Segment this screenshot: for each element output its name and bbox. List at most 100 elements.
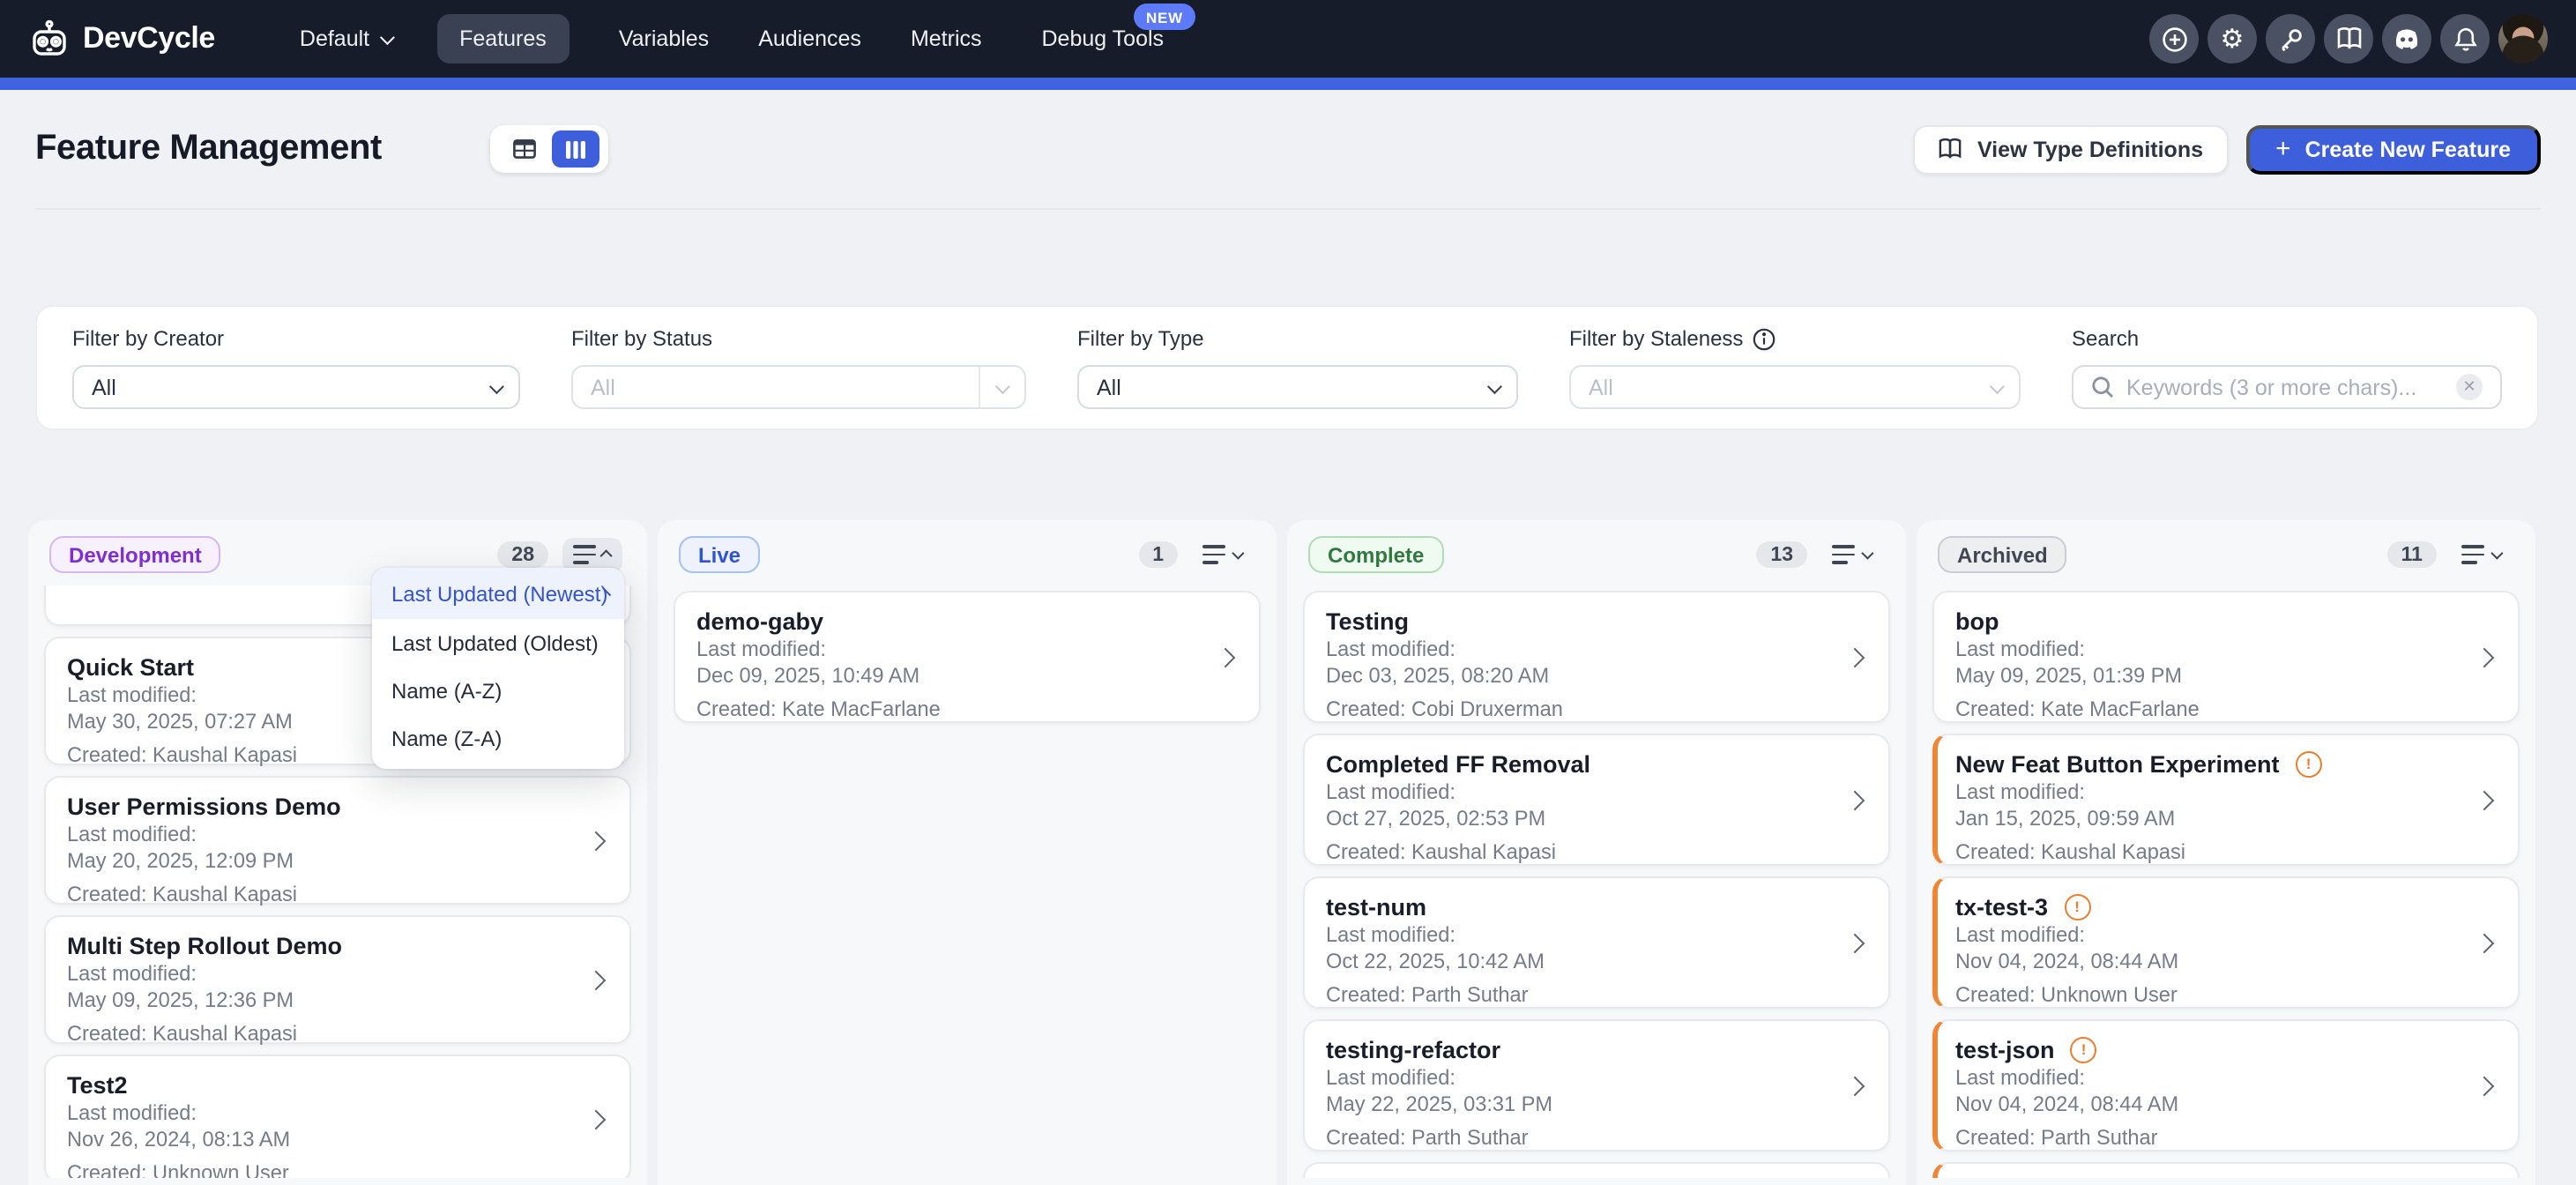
view-mode-toggle: [491, 125, 609, 173]
feature-card[interactable]: Test2 Last modified: Nov 26, 2024, 08:13…: [44, 1055, 631, 1178]
status-badge: Development: [49, 536, 221, 573]
nav-tab-audiences[interactable]: Audiences: [758, 26, 861, 51]
chevron-right-icon: [1845, 647, 1865, 667]
feature-card[interactable]: rachel-test: [1932, 1162, 2520, 1178]
filter-creator: Filter by Creator All: [72, 326, 520, 409]
chevron-right-icon: [1216, 647, 1236, 667]
docs-book-button[interactable]: [2324, 14, 2373, 63]
add-circle-button[interactable]: [2149, 14, 2199, 63]
sort-option-last-updated-newest[interactable]: Last Updated (Newest): [372, 568, 624, 619]
card-created: Created: Parth Suthar: [1955, 1125, 2458, 1151]
card-created: Created: Kate MacFarlane: [1955, 697, 2458, 723]
card-date: Oct 22, 2025, 10:42 AM: [1326, 949, 1828, 975]
column-live-list: demo-gaby Last modified: Dec 09, 2025, 1…: [658, 585, 1277, 1178]
card-date: May 20, 2025, 12:09 PM: [67, 848, 570, 875]
table-icon: [513, 139, 536, 159]
chevron-down-icon: [379, 30, 394, 45]
settings-gear-button[interactable]: ⚙: [2207, 14, 2257, 63]
filter-staleness-label: Filter by Staleness: [1569, 326, 2021, 351]
discord-button[interactable]: [2382, 14, 2431, 63]
stale-warning-icon: [2064, 894, 2090, 920]
feature-card[interactable]: New Feat Button Experiment Last modified…: [1932, 734, 2520, 866]
feature-card[interactable]: demo-paul: [1303, 1162, 1890, 1178]
chevron-right-icon: [586, 831, 607, 851]
nav-tab-variables[interactable]: Variables: [619, 26, 709, 51]
sort-button[interactable]: [562, 537, 622, 572]
last-modified-label: Last modified:: [696, 637, 1199, 663]
sort-option-name-az[interactable]: Name (A-Z): [372, 667, 624, 714]
feature-card[interactable]: Testing Last modified: Dec 03, 2025, 08:…: [1303, 591, 1890, 723]
status-badge: Complete: [1308, 536, 1443, 573]
card-title: Testing: [1326, 607, 1828, 637]
last-modified-label: Last modified:: [1955, 1065, 2458, 1092]
nav-tab-debug-tools[interactable]: Debug Tools NEW: [1042, 26, 1165, 51]
filter-creator-select[interactable]: All: [72, 365, 520, 409]
feature-card[interactable]: tx-test-3 Last modified: Nov 04, 2024, 0…: [1932, 876, 2520, 1009]
sort-button[interactable]: [1192, 537, 1252, 572]
last-modified-label: Last modified:: [1326, 1065, 1828, 1092]
sort-dropdown-menu: Last Updated (Newest) Last Updated (Olde…: [372, 568, 624, 769]
chevron-down-icon: [1861, 548, 1873, 560]
select-divider: [979, 367, 980, 407]
feature-card[interactable]: bop Last modified: May 09, 2025, 01:39 P…: [1932, 591, 2520, 723]
sort-icon: [1832, 546, 1855, 564]
feature-card[interactable]: testing-refactor Last modified: May 22, …: [1303, 1019, 1890, 1151]
card-title: tx-test-3: [1955, 892, 2458, 922]
card-title: Completed FF Removal: [1326, 749, 1828, 779]
card-created: Created: Kate MacFarlane: [696, 697, 1199, 723]
feature-card[interactable]: demo-gaby Last modified: Dec 09, 2025, 1…: [674, 591, 1261, 723]
filter-status-label: Filter by Status: [571, 326, 1026, 351]
chevron-up-icon: [600, 549, 613, 562]
last-modified-label: Last modified:: [67, 961, 570, 988]
accent-strip: [0, 78, 2576, 90]
clear-search-button[interactable]: ✕: [2456, 374, 2483, 400]
nav-tab-features[interactable]: Features: [436, 14, 570, 63]
card-title: testing-refactor: [1326, 1035, 1828, 1065]
sort-button[interactable]: [2451, 537, 2511, 572]
card-date: Dec 09, 2025, 10:49 AM: [696, 663, 1199, 689]
card-created: Created: Kaushal Kapasi: [67, 882, 570, 908]
chevron-right-icon: [2475, 790, 2495, 810]
view-type-definitions-button[interactable]: View Type Definitions: [1914, 124, 2228, 174]
chevron-right-icon: [586, 970, 607, 990]
create-new-feature-button[interactable]: + Create New Feature: [2245, 124, 2541, 174]
bell-icon: [2452, 26, 2478, 52]
nav-tab-metrics[interactable]: Metrics: [911, 26, 982, 51]
chevron-down-icon: [1990, 378, 2005, 393]
key-icon: [2277, 26, 2304, 52]
top-nav: DevCycle Default Features Variables Audi…: [0, 0, 2576, 78]
project-selector[interactable]: Default: [300, 26, 391, 51]
sort-option-name-za[interactable]: Name (Z-A): [372, 714, 624, 762]
card-created: Created: Kaushal Kapasi: [67, 1021, 570, 1047]
feature-card[interactable]: test-num Last modified: Oct 22, 2025, 10…: [1303, 876, 1890, 1009]
status-badge: Live: [679, 536, 760, 573]
list-view-button[interactable]: [501, 130, 548, 168]
info-icon[interactable]: [1752, 327, 1775, 350]
search-input[interactable]: Keywords (3 or more chars)... ✕: [2072, 365, 2502, 409]
card-created: Created: Kaushal Kapasi: [1955, 839, 2458, 866]
feature-card[interactable]: Multi Step Rollout Demo Last modified: M…: [44, 915, 631, 1044]
kanban-view-button[interactable]: [552, 130, 599, 168]
filter-type-select[interactable]: All: [1077, 365, 1518, 409]
columns-icon: [564, 138, 587, 160]
filter-status-select[interactable]: All: [571, 365, 1026, 409]
feature-card[interactable]: User Permissions Demo Last modified: May…: [44, 776, 631, 905]
chevron-down-icon: [2490, 548, 2503, 560]
chevron-right-icon: [1845, 790, 1865, 810]
last-modified-label: Last modified:: [67, 822, 570, 848]
column-archived-list: bop Last modified: May 09, 2025, 01:39 P…: [1917, 585, 2535, 1178]
sort-button[interactable]: [1821, 537, 1881, 572]
chevron-right-icon: [2475, 647, 2495, 667]
devcycle-logo[interactable]: DevCycle: [28, 18, 215, 60]
count-badge: 11: [2387, 541, 2437, 568]
notifications-bell-button[interactable]: [2440, 14, 2490, 63]
book-icon: [1939, 138, 1963, 160]
api-key-button[interactable]: [2266, 14, 2315, 63]
user-avatar[interactable]: [2498, 14, 2548, 63]
feature-card[interactable]: test-json Last modified: Nov 04, 2024, 0…: [1932, 1019, 2520, 1151]
page-header: Feature Management: [0, 90, 2576, 208]
filter-status: Filter by Status All: [571, 326, 1026, 409]
sort-option-last-updated-oldest[interactable]: Last Updated (Oldest): [372, 619, 624, 667]
feature-card[interactable]: Completed FF Removal Last modified: Oct …: [1303, 734, 1890, 866]
filter-staleness-select[interactable]: All: [1569, 365, 2021, 409]
